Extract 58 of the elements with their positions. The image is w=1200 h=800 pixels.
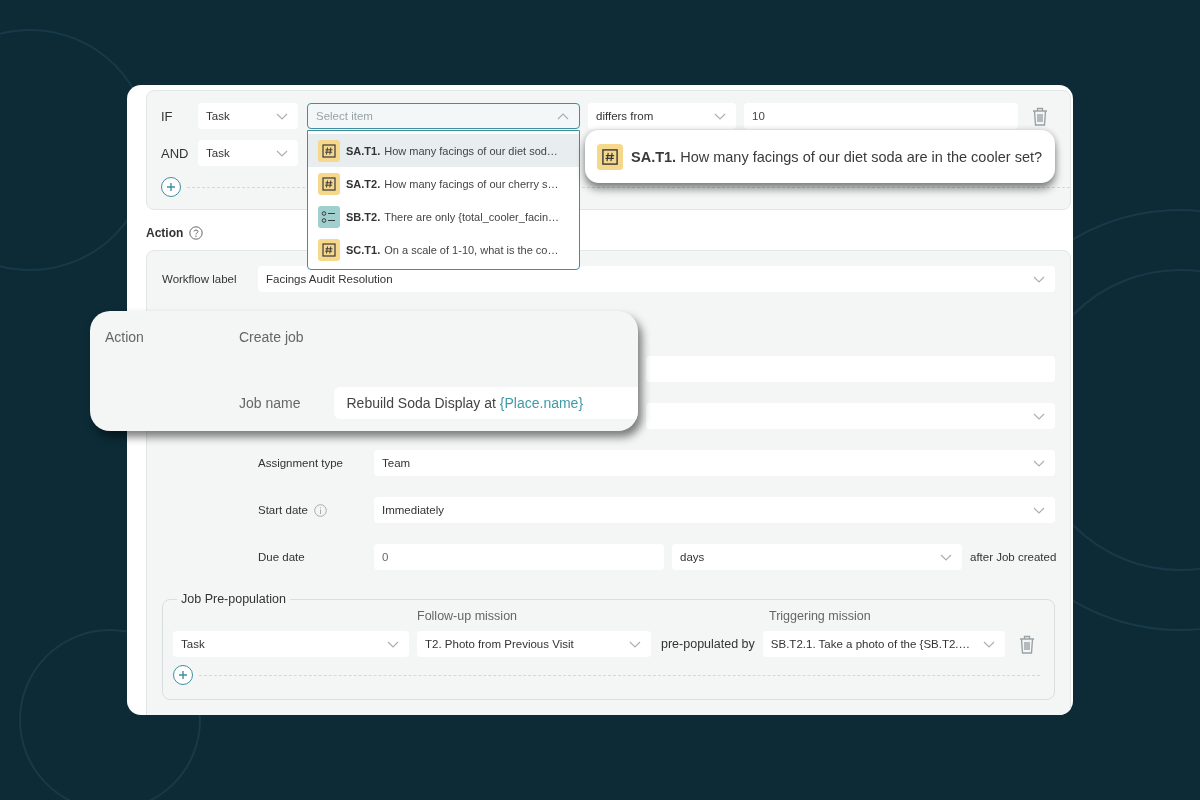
column-header: Triggering mission	[769, 609, 872, 623]
value-field[interactable]: 10	[744, 103, 1018, 129]
dropdown-select[interactable]: Immediately	[374, 497, 1055, 523]
preview-text: SA.T1. How many facings of our diet soda are in the cooler set?	[631, 148, 1043, 165]
type-select[interactable]: Task	[198, 103, 298, 129]
number-field[interactable]: 0	[374, 544, 664, 570]
section-heading: Action	[146, 226, 184, 240]
chevron-icon	[276, 112, 288, 120]
dropdown-option[interactable]: SA.T1. How many facings of our diet sod…	[308, 134, 579, 167]
field-label: Start date	[258, 504, 308, 516]
workflow-label-select[interactable]: Facings Audit Resolution	[258, 266, 1055, 292]
chevron-icon	[940, 553, 952, 561]
chevron-icon	[629, 640, 641, 648]
plus-icon	[179, 671, 187, 679]
plus-icon	[167, 183, 175, 191]
job-name-field[interactable]: Rebuild Soda Display at {Place.name}	[334, 387, 638, 419]
trash-icon[interactable]	[1032, 106, 1048, 126]
comparison-select[interactable]: differs from	[588, 103, 736, 129]
field-suffix: after Job created	[970, 551, 1057, 563]
action-value: Create job	[239, 329, 305, 347]
number-question-icon	[318, 172, 340, 195]
add-row-button[interactable]	[173, 665, 193, 685]
condition-operator: IF	[161, 108, 174, 124]
trigger-task-select[interactable]: SB.T2.1. Take a photo of the {SB.T2.…	[762, 631, 1005, 657]
chevron-icon	[1033, 275, 1045, 283]
group-legend: Job Pre-population	[177, 592, 290, 606]
chevron-icon	[1033, 412, 1045, 420]
number-question-icon	[318, 238, 340, 261]
dropdown-option[interactable]: SB.T2. There are only {total_cooler_facin…	[308, 200, 579, 233]
unit-select[interactable]: days	[672, 544, 962, 570]
trash-icon[interactable]	[1018, 634, 1035, 654]
type-select[interactable]: Task	[198, 140, 298, 166]
field-label: Assignment type	[258, 457, 343, 469]
chevron-icon	[387, 640, 399, 648]
card-label: Job name	[239, 395, 301, 411]
number-question-icon	[318, 139, 340, 162]
dropdown-select[interactable]: Team	[374, 450, 1055, 476]
number-question-icon	[597, 143, 623, 170]
column-header: Follow-up mission	[417, 609, 519, 623]
chevron-icon	[276, 149, 288, 157]
followup-task-select[interactable]: T2. Photo from Previous Visit	[417, 631, 651, 657]
dropdown-option[interactable]: SA.T2. How many facings of our cherry s…	[308, 167, 579, 200]
field-label: Due date	[258, 551, 305, 563]
chevron-icon	[1033, 459, 1045, 467]
type-select[interactable]: Task	[173, 631, 409, 657]
chevron-icon	[982, 640, 995, 648]
info-icon[interactable]	[313, 503, 327, 517]
connector-label: pre-populated by	[661, 637, 755, 651]
add-condition-button[interactable]	[161, 177, 181, 197]
list-question-icon	[318, 205, 340, 228]
text-field[interactable]	[646, 356, 1055, 382]
help-icon[interactable]	[189, 226, 204, 240]
chevron-icon	[557, 112, 569, 120]
field-label: Workflow label	[162, 273, 238, 285]
chevron-icon	[714, 112, 726, 120]
card-label: Action	[105, 329, 145, 347]
condition-operator: AND	[161, 145, 190, 161]
chevron-icon	[1033, 506, 1045, 514]
